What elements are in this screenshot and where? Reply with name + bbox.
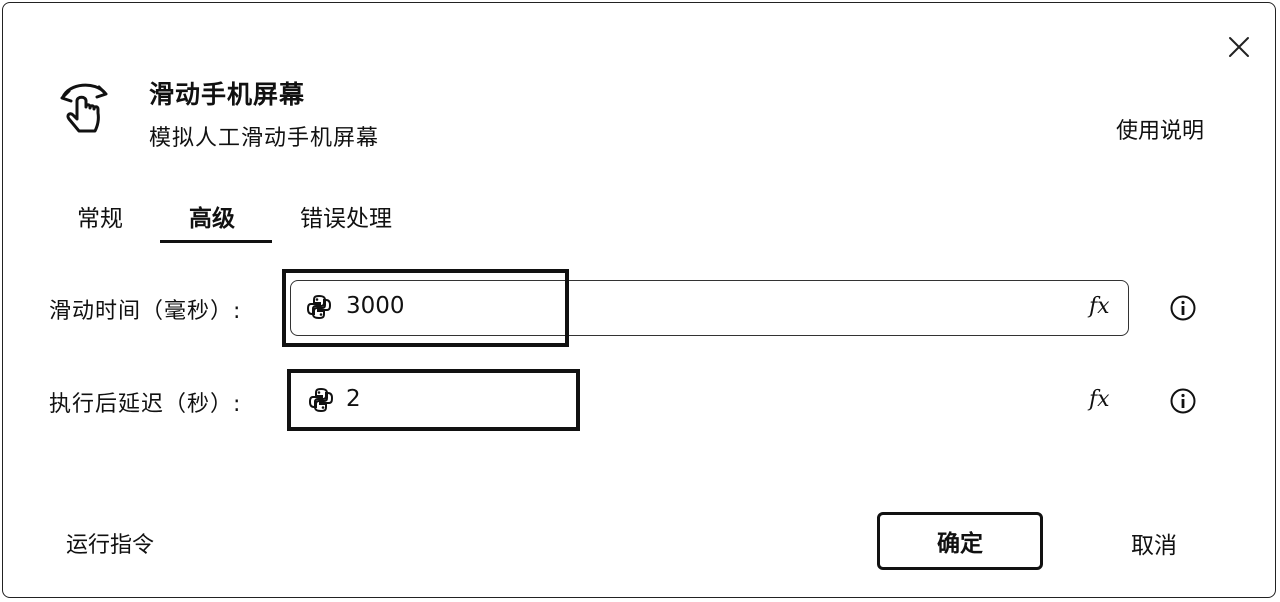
dialog-subtitle: 模拟人工滑动手机屏幕 (149, 126, 380, 151)
help-link[interactable]: 使用说明 (1116, 113, 1204, 145)
tab-error-handling[interactable]: 错误处理 (300, 199, 392, 233)
post-delay-fx-icon[interactable]: fx (1089, 387, 1110, 412)
info-icon[interactable] (1169, 387, 1197, 415)
post-delay-label: 执行后延迟（秒）: (49, 392, 242, 417)
tab-advanced[interactable]: 高级 (189, 199, 235, 233)
python-icon (308, 387, 334, 413)
ok-button[interactable]: 确定 (877, 512, 1043, 570)
swipe-screen-dialog: 滑动手机屏幕 模拟人工滑动手机屏幕 使用说明 常规 高级 错误处理 滑动时间（毫… (2, 2, 1276, 598)
swipe-time-fx-icon[interactable]: fx (1089, 294, 1110, 319)
info-icon[interactable] (1169, 294, 1197, 322)
cancel-button[interactable]: 取消 (1131, 526, 1177, 560)
python-icon (306, 294, 332, 320)
swipe-time-value: 3000 (346, 293, 405, 319)
swipe-time-label: 滑动时间（毫秒）: (49, 299, 242, 324)
close-icon (1229, 37, 1249, 57)
post-delay-value: 2 (346, 386, 361, 412)
run-command-link[interactable]: 运行指令 (66, 527, 154, 559)
dialog-title: 滑动手机屏幕 (149, 80, 306, 109)
tab-general[interactable]: 常规 (77, 199, 123, 233)
close-button[interactable] (1225, 33, 1253, 61)
active-tab-indicator (160, 240, 272, 243)
swipe-hand-icon (60, 83, 108, 133)
